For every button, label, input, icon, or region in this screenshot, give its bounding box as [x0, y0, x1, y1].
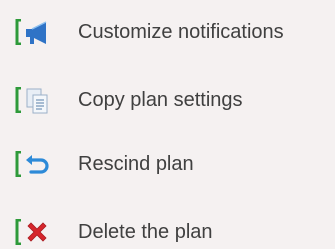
menu-item-copy-plan-settings[interactable]: Copy plan settings — [0, 83, 335, 119]
menu-item-delete-plan[interactable]: Delete the plan — [0, 215, 335, 249]
menu-item-customize-notifications[interactable]: Customize notifications — [0, 15, 335, 51]
green-bracket-icon — [15, 19, 21, 45]
megaphone-icon — [26, 21, 47, 44]
menu-item-rescind-plan[interactable]: Rescind plan — [0, 147, 335, 183]
red-x-icon — [27, 222, 47, 242]
menu-item-label: Rescind plan — [78, 153, 194, 175]
menu-item-label: Delete the plan — [78, 221, 213, 243]
menu-item-label: Copy plan settings — [78, 89, 243, 111]
copy-document-icon — [26, 88, 48, 114]
context-menu: Customize notifications Copy plan settin… — [0, 0, 335, 249]
menu-item-label: Customize notifications — [78, 21, 284, 43]
green-bracket-icon — [15, 87, 21, 113]
green-bracket-icon — [15, 219, 21, 245]
green-bracket-icon — [15, 151, 21, 177]
undo-arrow-icon — [26, 155, 49, 174]
